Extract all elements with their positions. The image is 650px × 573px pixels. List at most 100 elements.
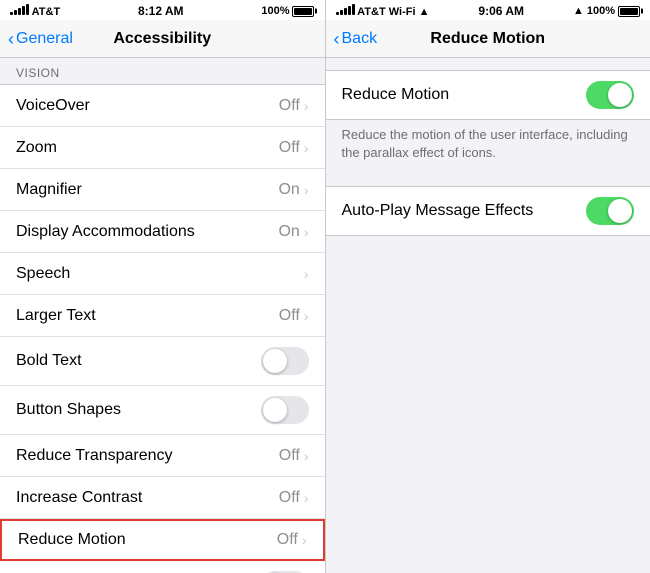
magnifier-item[interactable]: Magnifier On › [0, 169, 325, 211]
zoom-label: Zoom [16, 139, 57, 157]
larger-text-item[interactable]: Larger Text Off › [0, 295, 325, 337]
magnifier-label: Magnifier [16, 181, 82, 199]
left-battery-icon [292, 6, 314, 17]
voiceover-right: Off › [279, 97, 309, 115]
left-battery-text: 100% [261, 5, 289, 17]
left-settings-list: VoiceOver Off › Zoom Off › Magnifier On … [0, 84, 325, 573]
speech-label: Speech [16, 265, 70, 283]
left-nav-bar: ‹ General Accessibility [0, 20, 325, 58]
reduce-motion-detail-toggle[interactable] [586, 81, 634, 109]
reduce-transparency-label: Reduce Transparency [16, 447, 173, 465]
left-panel: AT&T 8:12 AM 100% ‹ General Accessibilit… [0, 0, 325, 573]
right-battery-text: 100% [587, 5, 615, 17]
zoom-value: Off [279, 139, 300, 157]
reduce-transparency-value: Off [279, 447, 300, 465]
right-carrier-text: AT&T Wi-Fi [357, 6, 415, 18]
larger-text-right: Off › [279, 307, 309, 325]
auto-play-right [586, 197, 634, 225]
display-accommodations-item[interactable]: Display Accommodations On › [0, 211, 325, 253]
right-back-label: Back [342, 30, 378, 48]
right-carrier: AT&T Wi-Fi ▲ [336, 4, 430, 18]
reduce-motion-chevron-icon: › [302, 532, 307, 548]
auto-play-label: Auto-Play Message Effects [342, 202, 534, 220]
right-content: Reduce Motion Reduce the motion of the u… [326, 58, 650, 573]
auto-play-item[interactable]: Auto-Play Message Effects [326, 187, 650, 235]
increase-contrast-item[interactable]: Increase Contrast Off › [0, 477, 325, 519]
button-shapes-toggle[interactable] [261, 396, 309, 424]
zoom-item[interactable]: Zoom Off › [0, 127, 325, 169]
reduce-motion-description: Reduce the motion of the user interface,… [326, 120, 650, 174]
right-battery-icon [618, 6, 640, 17]
reduce-motion-item[interactable]: Reduce Motion Off › [0, 519, 325, 561]
magnifier-right: On › [278, 181, 308, 199]
right-nav-title: Reduce Motion [430, 30, 545, 48]
reduce-motion-detail-label: Reduce Motion [342, 86, 450, 104]
zoom-right: Off › [279, 139, 309, 157]
speech-chevron-icon: › [304, 266, 309, 282]
increase-contrast-right: Off › [279, 489, 309, 507]
reduce-transparency-item[interactable]: Reduce Transparency Off › [0, 435, 325, 477]
right-wifi-icon: ▲ [419, 6, 430, 18]
speech-right: › [304, 266, 309, 282]
bold-text-toggle[interactable] [261, 347, 309, 375]
reduce-transparency-chevron-icon: › [304, 448, 309, 464]
left-nav-title: Accessibility [113, 30, 211, 48]
bold-text-item[interactable]: Bold Text [0, 337, 325, 386]
bold-text-label: Bold Text [16, 352, 82, 370]
voiceover-item[interactable]: VoiceOver Off › [0, 85, 325, 127]
larger-text-chevron-icon: › [304, 308, 309, 324]
display-accommodations-chevron-icon: › [304, 224, 309, 240]
button-shapes-toggle-knob [263, 398, 287, 422]
right-panel: AT&T Wi-Fi ▲ 9:06 AM ▲ 100% ‹ Back Reduc… [326, 0, 650, 573]
auto-play-card: Auto-Play Message Effects [326, 186, 650, 236]
vision-section-header: VISION [0, 58, 325, 84]
bold-text-toggle-knob [263, 349, 287, 373]
right-location-icon: ▲ [573, 5, 584, 17]
right-time: 9:06 AM [478, 4, 524, 18]
left-carrier-text: AT&T [32, 6, 61, 18]
auto-play-toggle[interactable] [586, 197, 634, 225]
right-back-button[interactable]: ‹ Back [334, 30, 378, 48]
speech-item[interactable]: Speech › [0, 253, 325, 295]
zoom-chevron-icon: › [304, 140, 309, 156]
increase-contrast-label: Increase Contrast [16, 489, 142, 507]
voiceover-value: Off [279, 97, 300, 115]
reduce-motion-card: Reduce Motion [326, 70, 650, 120]
left-carrier: AT&T [10, 4, 60, 18]
increase-contrast-value: Off [279, 489, 300, 507]
larger-text-label: Larger Text [16, 307, 96, 325]
reduce-motion-detail-toggle-knob [608, 83, 632, 107]
button-shapes-label: Button Shapes [16, 401, 121, 419]
reduce-transparency-right: Off › [279, 447, 309, 465]
right-back-chevron-icon: ‹ [334, 30, 340, 48]
reduce-motion-label: Reduce Motion [18, 531, 126, 549]
button-shapes-right [261, 396, 309, 424]
left-status-icons: 100% [261, 5, 314, 17]
reduce-motion-value: Off [277, 531, 298, 549]
auto-play-toggle-knob [608, 199, 632, 223]
left-time: 8:12 AM [138, 4, 184, 18]
magnifier-chevron-icon: › [304, 182, 309, 198]
right-nav-bar: ‹ Back Reduce Motion [326, 20, 650, 58]
left-status-bar: AT&T 8:12 AM 100% [0, 0, 325, 20]
left-back-chevron-icon: ‹ [8, 30, 14, 48]
left-content: VISION VoiceOver Off › Zoom Off › Magnif… [0, 58, 325, 573]
reduce-motion-right: Off › [277, 531, 307, 549]
reduce-motion-detail-right [586, 81, 634, 109]
button-shapes-item[interactable]: Button Shapes [0, 386, 325, 435]
voiceover-chevron-icon: › [304, 98, 309, 114]
signal-bars-icon [10, 4, 29, 15]
right-status-icons: ▲ 100% [573, 5, 640, 17]
left-back-button[interactable]: ‹ General [8, 30, 73, 48]
reduce-motion-detail-item[interactable]: Reduce Motion [326, 71, 650, 119]
increase-contrast-chevron-icon: › [304, 490, 309, 506]
magnifier-value: On [278, 181, 299, 199]
display-accommodations-label: Display Accommodations [16, 223, 195, 241]
right-signal-bars-icon [336, 4, 355, 15]
display-accommodations-right: On › [278, 223, 308, 241]
larger-text-value: Off [279, 307, 300, 325]
voiceover-label: VoiceOver [16, 97, 90, 115]
display-accommodations-value: On [278, 223, 299, 241]
bold-text-right [261, 347, 309, 375]
on-off-labels-item[interactable]: On/Off Labels [0, 561, 325, 573]
